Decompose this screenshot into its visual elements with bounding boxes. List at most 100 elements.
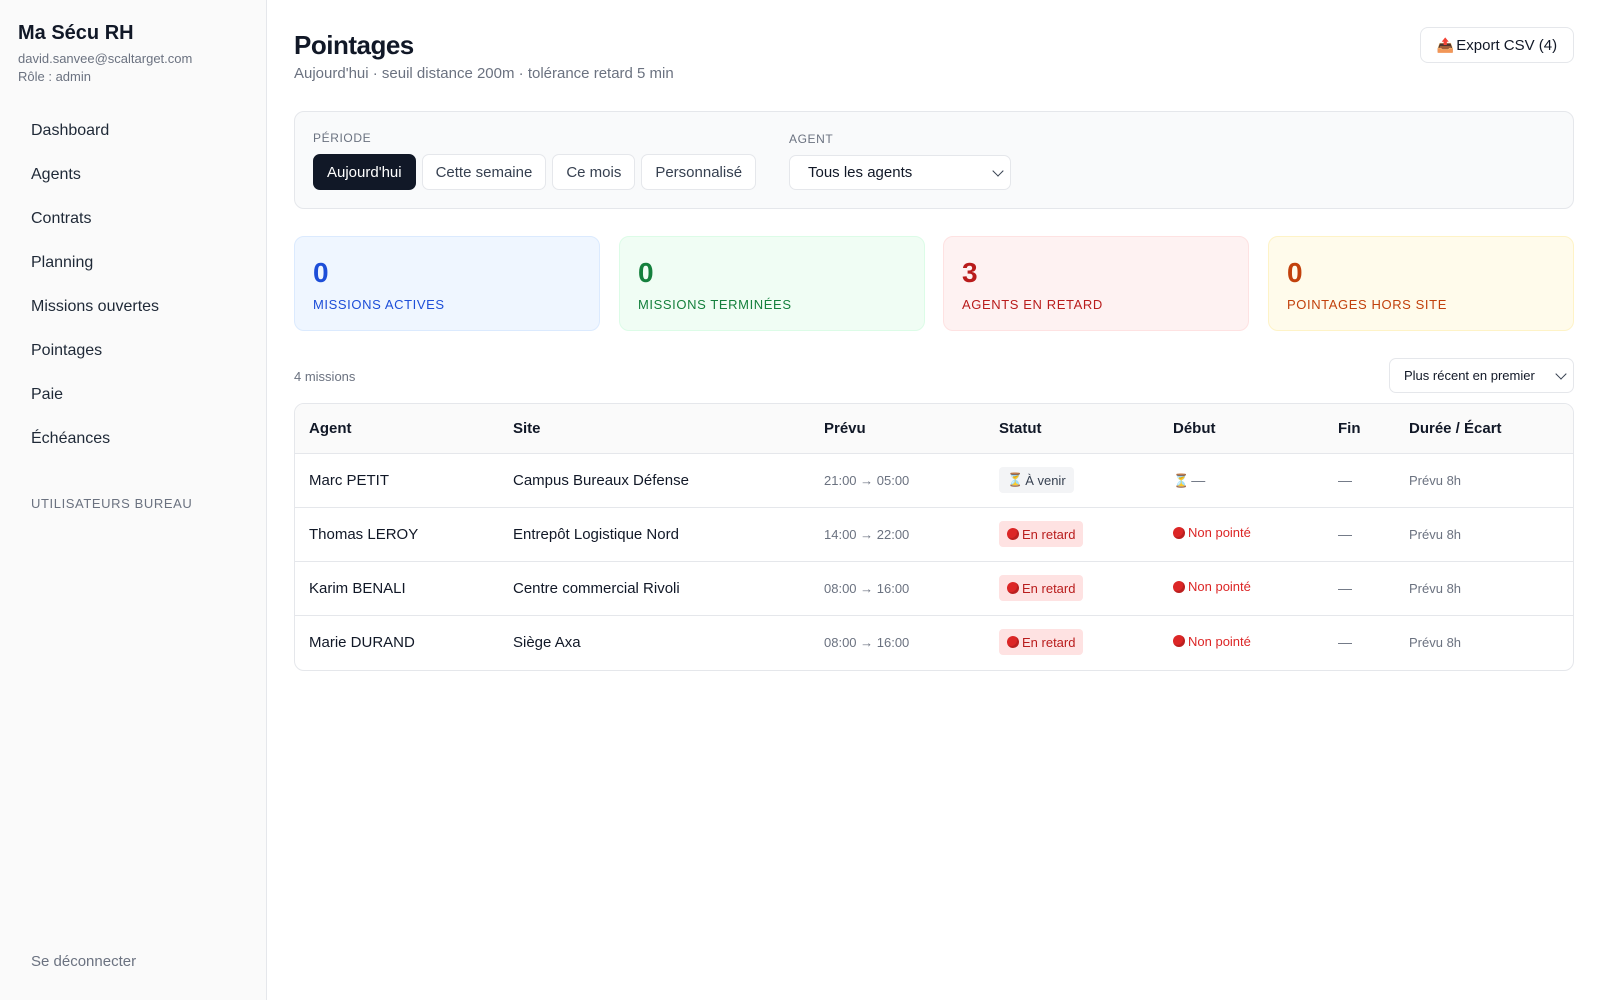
- filters-panel: PÉRIODE Aujourd'hui Cette semaine Ce moi…: [294, 111, 1574, 209]
- periode-label: PÉRIODE: [313, 131, 372, 145]
- column-header-debut[interactable]: Début: [1159, 404, 1324, 454]
- status-badge: En retard: [999, 629, 1084, 656]
- sidebar-item-paie[interactable]: Paie: [18, 373, 248, 417]
- table-row[interactable]: Karim BENALI Centre commercial Rivoli 08…: [295, 561, 1573, 616]
- cell-statut: ⏳ À venir: [985, 453, 1159, 508]
- stat-value: 3: [962, 257, 978, 288]
- sidebar-item-pointages[interactable]: Pointages: [18, 329, 248, 373]
- sidebar-item-contrats[interactable]: Contrats: [18, 197, 248, 241]
- cell-site: Siège Axa: [513, 633, 581, 651]
- cell-statut: En retard: [985, 615, 1159, 669]
- stat-value: 0: [638, 257, 654, 288]
- app-brand: Ma Sécu RH: [18, 22, 134, 44]
- sort-select[interactable]: Plus récent en premier: [1389, 358, 1574, 393]
- sidebar-item-echeances[interactable]: Échéances: [18, 417, 248, 461]
- period-custom-button[interactable]: Personnalisé: [641, 154, 757, 190]
- cell-prevu: 21:00 → 05:00: [810, 453, 985, 508]
- stat-label: POINTAGES HORS SITE: [1287, 297, 1447, 312]
- cell-debut: Non pointé: [1159, 615, 1324, 669]
- column-header-fin[interactable]: Fin: [1324, 404, 1395, 454]
- debut-value: Non pointé: [1188, 525, 1251, 541]
- column-header-agent[interactable]: Agent: [295, 404, 499, 454]
- table-row[interactable]: Thomas LEROY Entrepôt Logistique Nord 14…: [295, 507, 1573, 562]
- cell-fin: —: [1324, 507, 1395, 562]
- logout-link[interactable]: Se déconnecter: [31, 953, 136, 970]
- red-circle-icon: [1173, 635, 1185, 647]
- cell-agent: Marie DURAND: [309, 633, 415, 651]
- stat-label: MISSIONS ACTIVES: [313, 297, 445, 312]
- column-header-statut[interactable]: Statut: [985, 404, 1159, 454]
- status-label: En retard: [1022, 580, 1076, 596]
- hourglass-icon: ⏳: [1173, 472, 1190, 488]
- red-circle-icon: [1007, 636, 1019, 649]
- status-badge: ⏳ À venir: [999, 467, 1074, 493]
- cell-fin: —: [1324, 561, 1395, 616]
- stat-card-pointages-hors-site: 0 POINTAGES HORS SITE: [1268, 236, 1574, 331]
- stat-value: 0: [313, 257, 329, 288]
- cell-debut: Non pointé: [1159, 507, 1324, 562]
- export-csv-button[interactable]: 📤 Export CSV (4): [1420, 27, 1574, 63]
- missions-table: Agent Site Prévu Statut Début Fin Durée …: [294, 403, 1574, 671]
- sort-select-value: Plus récent en premier: [1404, 368, 1535, 383]
- sidebar: Ma Sécu RH david.sanvee@scaltarget.com R…: [0, 0, 267, 1000]
- column-header-site[interactable]: Site: [499, 404, 810, 454]
- column-header-prevu[interactable]: Prévu: [810, 404, 985, 454]
- cell-duree: Prévu 8h: [1395, 507, 1573, 562]
- status-badge: En retard: [999, 575, 1084, 601]
- cell-agent: Karim BENALI: [295, 561, 499, 616]
- period-week-button[interactable]: Cette semaine: [421, 154, 547, 190]
- cell-site: Campus Bureaux Défense: [499, 453, 810, 508]
- user-role: Rôle : admin: [18, 69, 91, 84]
- column-header-duree[interactable]: Durée / Écart: [1395, 404, 1573, 454]
- debut-value: —: [1191, 471, 1206, 488]
- cell-site: Centre commercial Rivoli: [499, 561, 810, 616]
- table-row[interactable]: Marie DURAND Siège Axa 08:00 → 16:00 En …: [295, 615, 1573, 669]
- missions-count: 4 missions: [294, 369, 356, 384]
- cell-duree: Prévu 8h: [1395, 561, 1573, 616]
- agent-label: AGENT: [789, 132, 834, 146]
- stat-card-agents-en-retard: 3 AGENTS EN RETARD: [943, 236, 1249, 331]
- cell-statut: En retard: [985, 561, 1159, 616]
- sidebar-item-agents[interactable]: Agents: [18, 153, 248, 197]
- cell-site: Entrepôt Logistique Nord: [499, 507, 810, 562]
- table-row[interactable]: Marc PETIT Campus Bureaux Défense 21:00 …: [295, 453, 1573, 508]
- debut-value: Non pointé: [1188, 633, 1251, 649]
- hourglass-icon: ⏳: [1007, 472, 1024, 487]
- sidebar-item-missions-ouvertes[interactable]: Missions ouvertes: [18, 285, 248, 329]
- cell-fin: —: [1324, 453, 1395, 508]
- cell-debut: Non pointé: [1159, 561, 1324, 616]
- period-today-button[interactable]: Aujourd'hui: [313, 154, 416, 190]
- stat-card-missions-actives: 0 MISSIONS ACTIVES: [294, 236, 600, 331]
- chevron-down-icon: [1555, 368, 1567, 380]
- agent-select[interactable]: Tous les agents: [789, 155, 1011, 190]
- chevron-down-icon: [992, 165, 1004, 177]
- period-month-button[interactable]: Ce mois: [552, 154, 636, 190]
- stat-label: AGENTS EN RETARD: [962, 297, 1103, 312]
- cell-prevu: 14:00 → 22:00: [810, 507, 985, 562]
- cell-agent: Thomas LEROY: [295, 507, 499, 562]
- page-title: Pointages: [294, 30, 414, 60]
- sidebar-nav: Dashboard Agents Contrats Planning Missi…: [18, 109, 248, 461]
- red-circle-icon: [1173, 580, 1185, 593]
- cell-prevu: 08:00 → 16:00: [810, 561, 985, 616]
- cell-duree: Prévu 8h: [1409, 634, 1462, 650]
- stat-label: MISSIONS TERMINÉES: [638, 297, 792, 312]
- status-label: En retard: [1022, 526, 1076, 542]
- cell-agent: Marc PETIT: [295, 453, 499, 508]
- cell-duree: Prévu 8h: [1395, 453, 1573, 508]
- debut-value: Non pointé: [1188, 579, 1251, 595]
- sidebar-item-planning[interactable]: Planning: [18, 241, 248, 285]
- red-circle-icon: [1007, 528, 1019, 540]
- status-label: En retard: [1022, 634, 1076, 650]
- status-badge: En retard: [999, 521, 1084, 547]
- status-label: À venir: [1025, 472, 1066, 488]
- user-email: david.sanvee@scaltarget.com: [18, 51, 193, 66]
- red-circle-icon: [1173, 526, 1185, 539]
- export-csv-label: Export CSV (4): [1456, 36, 1558, 54]
- stat-card-missions-terminees: 0 MISSIONS TERMINÉES: [619, 236, 925, 331]
- sidebar-item-dashboard[interactable]: Dashboard: [18, 109, 248, 153]
- cell-prevu: 08:00 → 16:00: [824, 634, 910, 650]
- periode-selector: Aujourd'hui Cette semaine Ce mois Person…: [313, 154, 757, 190]
- sidebar-section-label: UTILISATEURS BUREAU: [31, 496, 193, 511]
- page-subtitle: Aujourd'hui · seuil distance 200m · tolé…: [294, 65, 674, 82]
